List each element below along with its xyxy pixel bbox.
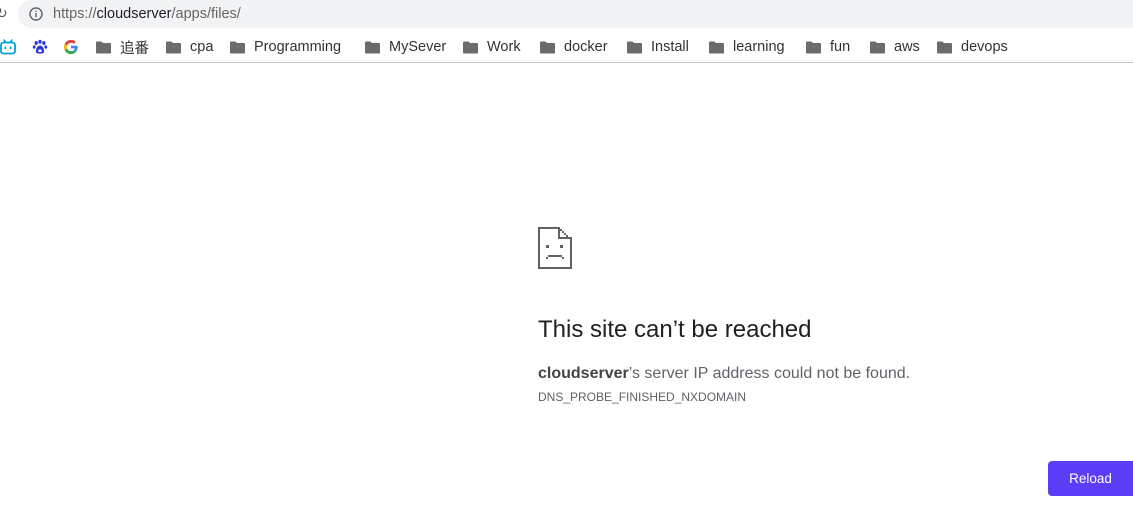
bilibili-icon[interactable] [0,39,16,55]
bookmark-folder-label: 追番 [120,40,149,57]
bookmark-folder-zhuifan[interactable]: 追番 [96,36,149,58]
bookmark-folder-devops[interactable]: devops [937,36,1008,58]
url-text[interactable]: https://cloudserver/apps/files/ [53,5,241,23]
bookmark-folder-label: Programming [254,39,342,55]
bookmark-folder-label: aws [894,39,920,55]
url-host: cloudserver [96,6,172,22]
folder-icon [806,41,821,53]
bookmark-folder-label: docker [564,39,608,55]
bookmark-folder-programming[interactable]: Programming [230,36,341,58]
error-message: cloudserver’s server IP address could no… [538,364,910,384]
bookmark-folder-work[interactable]: Work [463,36,521,58]
bookmark-folder-aws[interactable]: aws [870,36,920,58]
bookmark-folder-label: fun [830,39,851,55]
folder-icon [627,41,642,53]
error-title: This site can’t be reached [538,316,812,343]
folder-icon [540,41,555,53]
folder-icon [365,41,380,53]
bookmark-folder-learning[interactable]: learning [709,36,785,58]
folder-icon [709,41,724,53]
address-bar[interactable]: https://cloudserver/apps/files/ [18,0,1133,28]
bookmark-folder-label: Install [651,39,689,55]
folder-icon [870,41,885,53]
url-path: /apps/files/ [171,6,241,22]
browser-reload-icon[interactable]: ↻ [0,6,8,22]
info-icon[interactable] [29,7,43,21]
bookmark-folder-fun[interactable]: fun [806,36,850,58]
folder-icon [96,41,111,53]
bookmark-folder-cpa[interactable]: cpa [166,36,213,58]
folder-icon [463,41,478,53]
bookmark-folder-label: MySever [389,39,447,55]
bookmark-folder-label: learning [733,39,785,55]
reload-button[interactable]: Reload [1048,461,1133,496]
bookmark-folder-mysever[interactable]: MySever [365,36,446,58]
folder-icon [166,41,181,53]
bookmarks-bar: 追番 cpa Programming MySever Work docker I… [0,32,1133,63]
baidu-icon[interactable] [32,39,48,55]
url-scheme: https:// [53,6,97,22]
error-message-text: ’s server IP address could not be found. [628,365,911,382]
bookmark-folder-label: Work [487,39,521,55]
error-code: DNS_PROBE_FINISHED_NXDOMAIN [538,390,747,404]
bookmark-folder-label: cpa [190,39,214,55]
google-icon[interactable] [63,39,79,55]
bookmark-folder-label: devops [961,39,1008,55]
bookmark-folder-docker[interactable]: docker [540,36,608,58]
sad-document-icon [538,227,572,269]
folder-icon [937,41,952,53]
browser-toolbar: ↻ https://cloudserver/apps/files/ [0,0,1133,30]
bookmark-folder-install[interactable]: Install [627,36,689,58]
error-host: cloudserver [538,365,629,382]
folder-icon [230,41,245,53]
